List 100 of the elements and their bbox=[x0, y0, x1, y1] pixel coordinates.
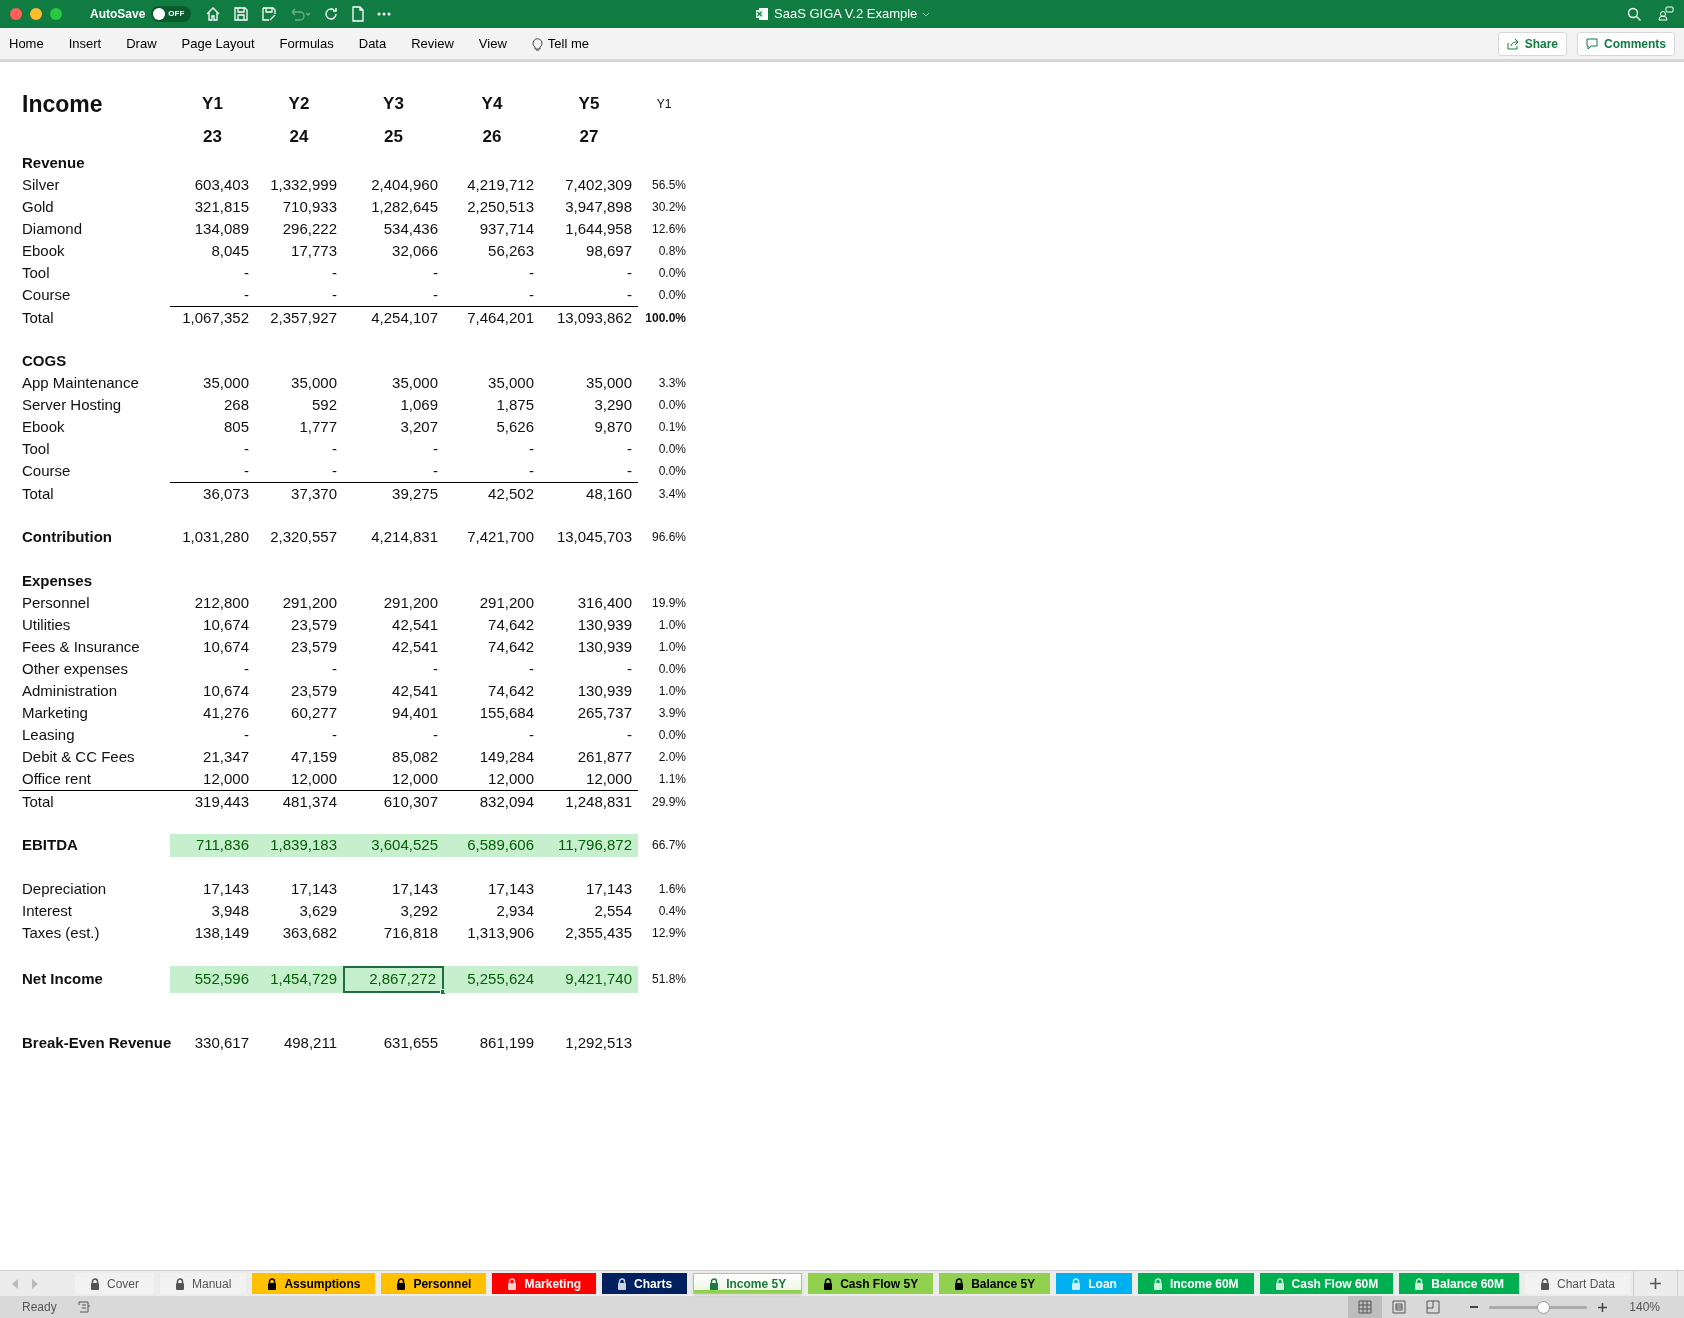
table-cell-text: 47,159 bbox=[291, 747, 337, 767]
lock-icon bbox=[507, 1277, 518, 1290]
close-button[interactable] bbox=[10, 8, 22, 20]
people-chat-icon[interactable] bbox=[1658, 6, 1674, 22]
macro-record-icon[interactable] bbox=[76, 1300, 91, 1314]
table-cell-text: - bbox=[244, 263, 249, 283]
ribbon-tab[interactable]: Data bbox=[358, 33, 387, 54]
table-cell-text: 937,714 bbox=[479, 219, 534, 239]
scroll-right-icon[interactable] bbox=[31, 1278, 38, 1289]
highlighted-cell[interactable]: 3,604,525 bbox=[343, 834, 444, 857]
zoom-button[interactable] bbox=[50, 8, 62, 20]
sheet-tab[interactable]: Income 5Y bbox=[693, 1273, 803, 1294]
percent-cell-text: 0.1% bbox=[658, 419, 686, 437]
year-number: 24 bbox=[288, 126, 310, 149]
table-cell-text: - bbox=[433, 725, 438, 745]
ribbon-tab[interactable]: Page Layout bbox=[181, 33, 255, 54]
sheet-tab[interactable]: Chart Data bbox=[1525, 1273, 1631, 1294]
ribbon-tab[interactable]: Insert bbox=[68, 33, 102, 54]
sheet-tab[interactable]: Cover bbox=[75, 1273, 154, 1294]
highlighted-cell[interactable]: 1,839,183 bbox=[255, 834, 343, 857]
table-cell-text: 130,939 bbox=[577, 615, 632, 635]
sheet-tab[interactable]: Manual bbox=[160, 1273, 247, 1294]
percent-cell-text: 0.0% bbox=[658, 727, 686, 745]
table-cell-text: 60,277 bbox=[291, 703, 337, 723]
percent-cell-text: 0.0% bbox=[658, 397, 686, 415]
table-cell-text: 12,000 bbox=[203, 769, 249, 789]
table-cell-text: 35,000 bbox=[203, 373, 249, 393]
home-icon[interactable] bbox=[205, 6, 222, 22]
row-label: Other expenses bbox=[21, 659, 128, 679]
sheet-tab[interactable]: Cash Flow 5Y bbox=[808, 1273, 934, 1294]
sheet-tab[interactable]: Charts bbox=[602, 1273, 688, 1294]
more-icon[interactable] bbox=[377, 12, 392, 16]
lock-icon bbox=[823, 1277, 834, 1290]
scroll-left-icon[interactable] bbox=[12, 1278, 19, 1289]
percent-cell-text: 3.3% bbox=[658, 375, 686, 393]
table-cell-text: - bbox=[332, 659, 337, 679]
highlighted-cell[interactable]: 552,596 bbox=[170, 966, 255, 993]
ribbon-tab[interactable]: Home bbox=[9, 33, 44, 54]
table-cell-text: - bbox=[332, 285, 337, 305]
ribbon-tab[interactable]: Review bbox=[411, 33, 454, 54]
sheet-tab[interactable]: Balance 5Y bbox=[939, 1273, 1051, 1294]
ribbon-tab[interactable]: Formulas bbox=[279, 33, 334, 54]
highlighted-cell[interactable]: 11,796,872 bbox=[540, 834, 638, 857]
highlighted-cell[interactable]: 9,421,740 bbox=[540, 966, 638, 993]
percent-cell-text: 1.0% bbox=[658, 617, 686, 635]
row-label: Leasing bbox=[21, 725, 75, 745]
table-cell-text: 35,000 bbox=[291, 373, 337, 393]
status-text: Ready bbox=[21, 1299, 57, 1316]
table-cell-text: 42,541 bbox=[392, 637, 438, 657]
highlighted-cell[interactable]: 1,454,729 bbox=[255, 966, 343, 993]
redo-icon[interactable] bbox=[323, 6, 340, 22]
row-label: Marketing bbox=[21, 703, 88, 723]
ribbon-tab[interactable]: Draw bbox=[126, 33, 157, 54]
highlighted-cell[interactable]: 2,867,272 bbox=[343, 966, 444, 993]
table-cell-text: 1,777 bbox=[299, 417, 337, 437]
highlighted-cell[interactable]: 5,255,624 bbox=[444, 966, 540, 993]
table-cell-text: 4,254,107 bbox=[371, 308, 438, 328]
percent-cell-text: 96.6% bbox=[651, 529, 686, 547]
highlighted-cell[interactable]: 6,589,606 bbox=[444, 834, 540, 857]
save-icon[interactable] bbox=[233, 6, 250, 22]
zoom-slider-thumb[interactable] bbox=[1537, 1300, 1551, 1314]
table-cell-text: - bbox=[627, 725, 632, 745]
sheet-tab[interactable]: Marketing bbox=[492, 1273, 597, 1294]
autosave-toggle[interactable]: OFF bbox=[151, 6, 192, 22]
undo-icon[interactable] bbox=[289, 6, 312, 22]
percent-cell-text: 1.6% bbox=[658, 881, 686, 899]
chevron-down-icon[interactable] bbox=[922, 11, 931, 17]
view-button[interactable] bbox=[1348, 1296, 1383, 1318]
minimize-button[interactable] bbox=[30, 8, 42, 20]
row-label: Course bbox=[21, 461, 71, 481]
share-button[interactable]: Share bbox=[1497, 31, 1567, 56]
table-cell-text: 130,939 bbox=[577, 681, 632, 701]
table-cell-text: 1,332,999 bbox=[270, 175, 337, 195]
percent-cell-text: 56.5% bbox=[651, 177, 686, 195]
highlighted-cell[interactable]: 711,836 bbox=[170, 834, 255, 857]
document-icon[interactable] bbox=[351, 6, 366, 22]
table-cell-text: - bbox=[529, 439, 534, 459]
table-cell-text: - bbox=[433, 461, 438, 481]
row-label: Total bbox=[21, 792, 54, 812]
row-label: Administration bbox=[21, 681, 118, 701]
lock-icon bbox=[267, 1277, 278, 1290]
lock-icon bbox=[1414, 1277, 1425, 1290]
table-cell-text: 316,400 bbox=[577, 593, 632, 613]
ribbon-tab[interactable]: View bbox=[478, 33, 507, 54]
zoom-level: 140% bbox=[1629, 1299, 1660, 1316]
percent-cell-text: 12.9% bbox=[651, 925, 686, 943]
save-edit-icon[interactable] bbox=[261, 6, 278, 22]
comments-button[interactable]: Comments bbox=[1577, 31, 1675, 56]
table-cell-text: - bbox=[433, 285, 438, 305]
table-cell-text: - bbox=[529, 285, 534, 305]
search-icon[interactable] bbox=[1627, 6, 1642, 22]
table-cell-text: 3,207 bbox=[400, 417, 438, 437]
tell-me-field[interactable]: Tell me bbox=[547, 33, 589, 54]
zoom-in-icon[interactable] bbox=[1598, 1302, 1608, 1312]
sheet-tab[interactable]: Assumptions bbox=[252, 1273, 376, 1294]
section-heading: Expenses bbox=[21, 571, 93, 591]
table-cell-text: 265,737 bbox=[577, 703, 632, 723]
window-title: SaaS GIGA V.2 Example bbox=[774, 5, 918, 24]
table-cell-text: 1,069 bbox=[400, 395, 438, 415]
sheet-tab[interactable]: Personnel bbox=[381, 1273, 487, 1294]
